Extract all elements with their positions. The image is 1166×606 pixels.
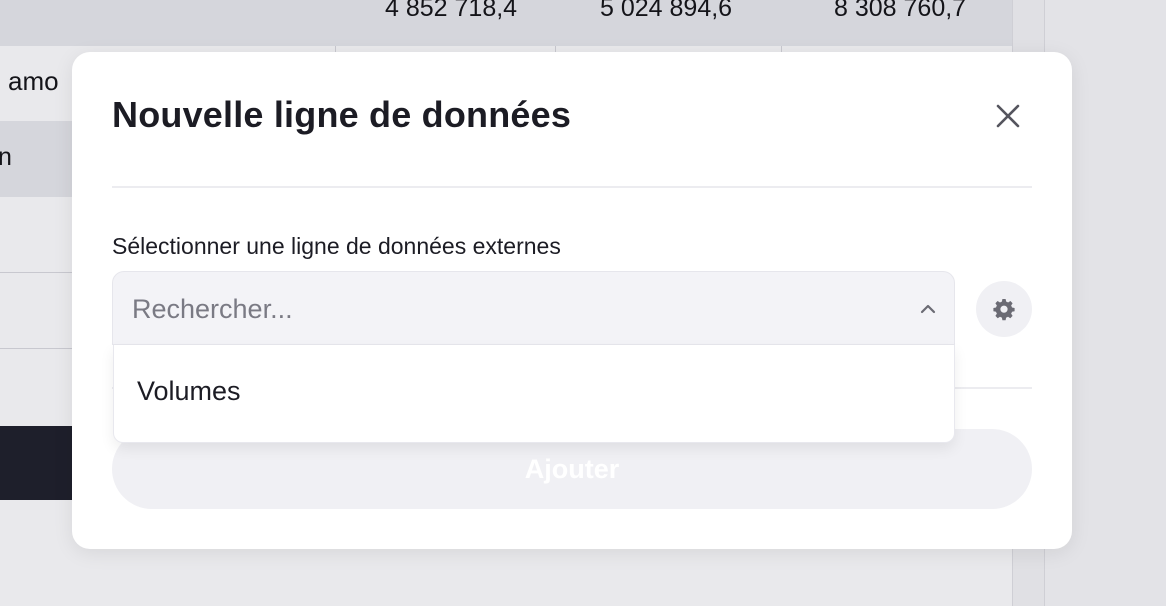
dropdown-option-volumes[interactable]: Volumes <box>114 345 954 443</box>
row-divider <box>0 272 72 273</box>
row-label: amo <box>8 66 59 96</box>
spreadsheet-header-row: 4 852 718,4 5 024 894,6 8 308 760,7 <box>0 0 1012 46</box>
gear-icon <box>993 299 1015 321</box>
header-value: 8 308 760,7 <box>834 0 967 22</box>
modal-title: Nouvelle ligne de données <box>112 94 572 135</box>
header-value: 4 852 718,4 <box>385 0 518 22</box>
dark-row-block <box>0 426 72 500</box>
close-icon <box>996 104 1020 128</box>
row-divider <box>0 348 72 349</box>
dropdown-option-label: Volumes <box>137 376 241 406</box>
header-divider <box>112 186 1032 188</box>
settings-button[interactable] <box>976 281 1032 337</box>
external-data-line-label: Sélectionner une ligne de données extern… <box>112 233 561 259</box>
row-header: n <box>0 121 72 197</box>
header-value: 5 024 894,6 <box>600 0 733 22</box>
search-input[interactable] <box>130 290 894 328</box>
row-label: n <box>0 143 12 171</box>
close-button[interactable] <box>990 98 1026 134</box>
external-data-line-select[interactable] <box>112 271 955 345</box>
dropdown-menu: Volumes <box>113 345 955 443</box>
new-data-line-modal: Nouvelle ligne de données Sélectionner u… <box>72 52 1072 549</box>
chevron-up-icon[interactable] <box>918 301 938 317</box>
